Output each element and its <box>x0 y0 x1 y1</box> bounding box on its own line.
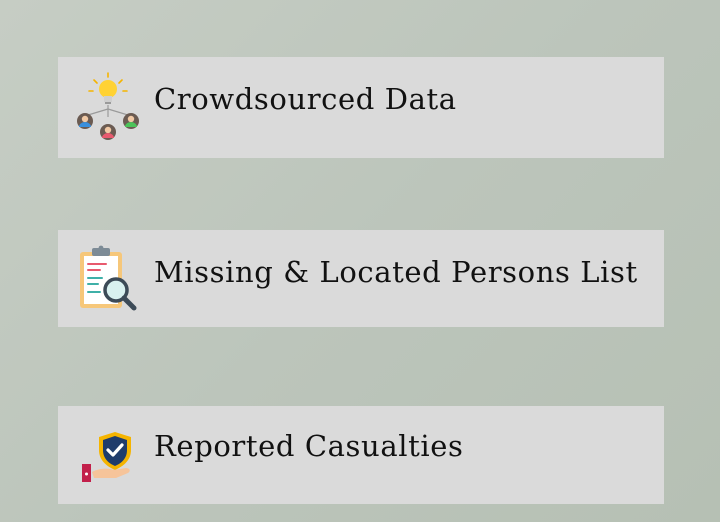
menu-item-reported-casualties[interactable]: Reported Casualties <box>58 406 664 504</box>
menu-item-missing-located-persons[interactable]: Missing & Located Persons List <box>58 230 664 327</box>
menu-item-label: Crowdsourced Data <box>154 82 457 116</box>
shield-hand-icon <box>82 428 138 482</box>
menu-item-crowdsourced-data[interactable]: Crowdsourced Data <box>58 57 664 158</box>
crowdsource-lightbulb-icon <box>74 71 142 143</box>
menu-item-label: Reported Casualties <box>154 429 464 463</box>
clipboard-search-icon <box>74 244 142 316</box>
menu-item-label: Missing & Located Persons List <box>154 255 638 289</box>
